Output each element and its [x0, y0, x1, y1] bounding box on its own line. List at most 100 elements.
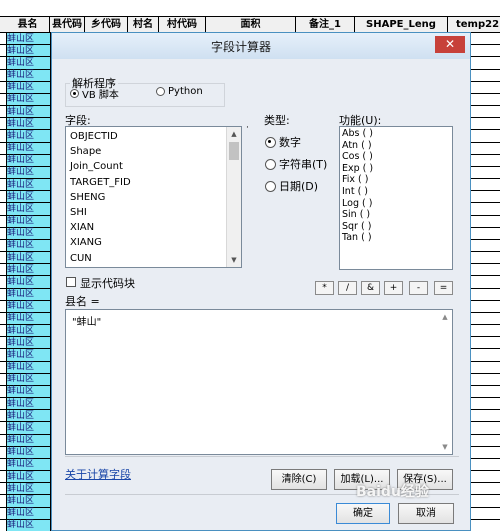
function-list-item[interactable]: Abs ( ) [340, 128, 452, 140]
operator-minus-button[interactable]: - [409, 281, 428, 295]
operator-divide-button[interactable]: / [338, 281, 357, 295]
table-cell-county-name[interactable]: 蚌山区 [7, 264, 49, 276]
operator-plus-button[interactable]: + [384, 281, 403, 295]
table-cell-county-name[interactable]: 蚌山区 [7, 45, 49, 57]
field-list-item[interactable]: SHENG [66, 190, 241, 205]
scroll-down-icon[interactable]: ▼ [438, 443, 452, 451]
close-button[interactable]: ✕ [435, 36, 465, 53]
fields-scrollbar[interactable]: ▲ ▼ [226, 127, 241, 267]
parser-vbscript-radio[interactable]: VB 脚本 [70, 86, 119, 101]
column-header-county-code[interactable]: 县代码 [50, 17, 85, 32]
field-list-item[interactable]: SHI [66, 205, 241, 220]
cancel-button[interactable]: 取消 [398, 503, 454, 524]
field-list-item[interactable]: OBJECTID [66, 129, 241, 144]
table-cell-county-name[interactable]: 蚌山区 [7, 446, 49, 458]
table-cell-county-name[interactable]: 蚌山区 [7, 361, 49, 373]
function-list-item[interactable]: Tan ( ) [340, 232, 452, 244]
table-cell-county-name[interactable]: 蚌山区 [7, 495, 49, 507]
table-cell-county-name[interactable]: 蚌山区 [7, 142, 49, 154]
operator-equals-button[interactable]: = [434, 281, 453, 295]
table-cell-county-name[interactable]: 蚌山区 [7, 227, 49, 239]
type-string-radio[interactable]: 字符串(T) [265, 156, 327, 172]
functions-listbox[interactable]: Abs ( ) Atn ( ) Cos ( ) Exp ( ) Fix ( ) Int (… [339, 126, 453, 270]
column-header-village-name[interactable]: 村名 [128, 17, 159, 32]
table-cell-county-name[interactable]: 蚌山区 [7, 385, 49, 397]
table-cell-county-name[interactable]: 蚌山区 [7, 33, 49, 45]
column-header-township-code[interactable]: 乡代码 [85, 17, 128, 32]
table-cell-county-name[interactable]: 蚌山区 [7, 69, 49, 81]
field-list-item[interactable]: Shape [66, 144, 241, 159]
show-codeblock-checkbox[interactable] [66, 277, 76, 287]
table-cell-county-name[interactable]: 蚌山区 [7, 434, 49, 446]
table-cell-county-name[interactable]: 蚌山区 [7, 93, 49, 105]
column-header-temp22[interactable]: temp22 [448, 17, 500, 32]
function-list-item[interactable]: Exp ( ) [340, 163, 452, 175]
operator-concat-button[interactable]: & [361, 281, 380, 295]
field-list-item[interactable]: XIANG [66, 235, 241, 250]
table-cell-county-name[interactable]: 蚌山区 [7, 203, 49, 215]
column-header-village-code[interactable]: 村代码 [159, 17, 206, 32]
table-cell-county-name[interactable]: 蚌山区 [7, 252, 49, 264]
table-cell-county-name[interactable]: 蚌山区 [7, 215, 49, 227]
function-list-item[interactable]: Int ( ) [340, 186, 452, 198]
field-list-item[interactable]: Join_Count [66, 159, 241, 174]
operator-multiply-button[interactable]: * [315, 281, 334, 295]
column-header-area[interactable]: 面积 [206, 17, 296, 32]
field-list-item[interactable]: XIAN [66, 220, 241, 235]
column-header-county-name[interactable]: 县名 [6, 17, 50, 32]
table-cell-county-name[interactable]: 蚌山区 [7, 57, 49, 69]
function-list-item[interactable]: Sqr ( ) [340, 221, 452, 233]
table-cell-county-name[interactable]: 蚌山区 [7, 325, 49, 337]
function-list-item[interactable]: Cos ( ) [340, 151, 452, 163]
scroll-up-icon[interactable]: ▲ [227, 128, 241, 140]
close-icon: ✕ [444, 37, 456, 51]
table-cell-county-name[interactable]: 蚌山区 [7, 312, 49, 324]
about-calculate-field-link[interactable]: 关于计算字段 [65, 466, 131, 482]
ok-button[interactable]: 确定 [336, 503, 390, 524]
table-cell-county-name[interactable]: 蚌山区 [7, 166, 49, 178]
scroll-up-icon[interactable]: ▲ [438, 313, 452, 321]
table-cell-county-name[interactable]: 蚌山区 [7, 422, 49, 434]
table-cell-county-name[interactable]: 蚌山区 [7, 288, 49, 300]
table-cell-county-name[interactable]: 蚌山区 [7, 483, 49, 495]
parser-python-radio[interactable]: Python [156, 86, 203, 97]
list-resize-marker: · [246, 123, 249, 133]
radio-selected-icon [70, 89, 79, 98]
table-cell-county-name[interactable]: 蚌山区 [7, 81, 49, 93]
table-cell-county-name[interactable]: 蚌山区 [7, 154, 49, 166]
table-cell-county-name[interactable]: 蚌山区 [7, 398, 49, 410]
table-cell-county-name[interactable]: 蚌山区 [7, 507, 49, 519]
function-list-item[interactable]: Fix ( ) [340, 174, 452, 186]
table-cell-county-name[interactable]: 蚌山区 [7, 191, 49, 203]
column-header-remark[interactable]: 备注_1 [296, 17, 355, 32]
table-cell-county-name[interactable]: 蚌山区 [7, 458, 49, 470]
table-cell-county-name[interactable]: 蚌山区 [7, 349, 49, 361]
field-list-item[interactable]: TARGET_FID [66, 175, 241, 190]
fields-listbox[interactable]: OBJECTID Shape Join_Count TARGET_FID SHENG SH… [65, 126, 242, 268]
function-list-item[interactable]: Atn ( ) [340, 140, 452, 152]
table-cell-county-name[interactable]: 蚌山区 [7, 239, 49, 251]
type-number-radio[interactable]: 数字 [265, 134, 301, 150]
dialog-titlebar[interactable]: 字段计算器 ✕ [52, 33, 470, 59]
table-cell-county-name[interactable]: 蚌山区 [7, 471, 49, 483]
table-cell-county-name[interactable]: 蚌山区 [7, 106, 49, 118]
function-list-item[interactable]: Log ( ) [340, 198, 452, 210]
clear-button[interactable]: 清除(C) [271, 469, 327, 490]
table-cell-county-name[interactable]: 蚌山区 [7, 373, 49, 385]
field-list-item[interactable]: CUN [66, 251, 241, 266]
table-cell-county-name[interactable]: 蚌山区 [7, 179, 49, 191]
table-cell-county-name[interactable]: 蚌山区 [7, 300, 49, 312]
table-cell-county-name[interactable]: 蚌山区 [7, 130, 49, 142]
type-date-radio[interactable]: 日期(D) [265, 178, 318, 194]
scroll-down-icon[interactable]: ▼ [227, 254, 241, 266]
column-header-shape-length[interactable]: SHAPE_Leng [355, 17, 448, 32]
table-cell-county-name[interactable]: 蚌山区 [7, 276, 49, 288]
scroll-thumb[interactable] [229, 142, 239, 160]
function-list-item[interactable]: Sin ( ) [340, 209, 452, 221]
table-cell-county-name[interactable]: 蚌山区 [7, 337, 49, 349]
table-cell-county-name[interactable]: 蚌山区 [7, 410, 49, 422]
table-cell-county-name[interactable]: 蚌山区 [7, 118, 49, 130]
table-cell-county-name[interactable]: 蚌山区 [7, 519, 49, 531]
expression-editor[interactable]: "蚌山" ▲ ▼ [65, 309, 453, 455]
expression-scrollbar[interactable]: ▲ ▼ [438, 310, 452, 454]
